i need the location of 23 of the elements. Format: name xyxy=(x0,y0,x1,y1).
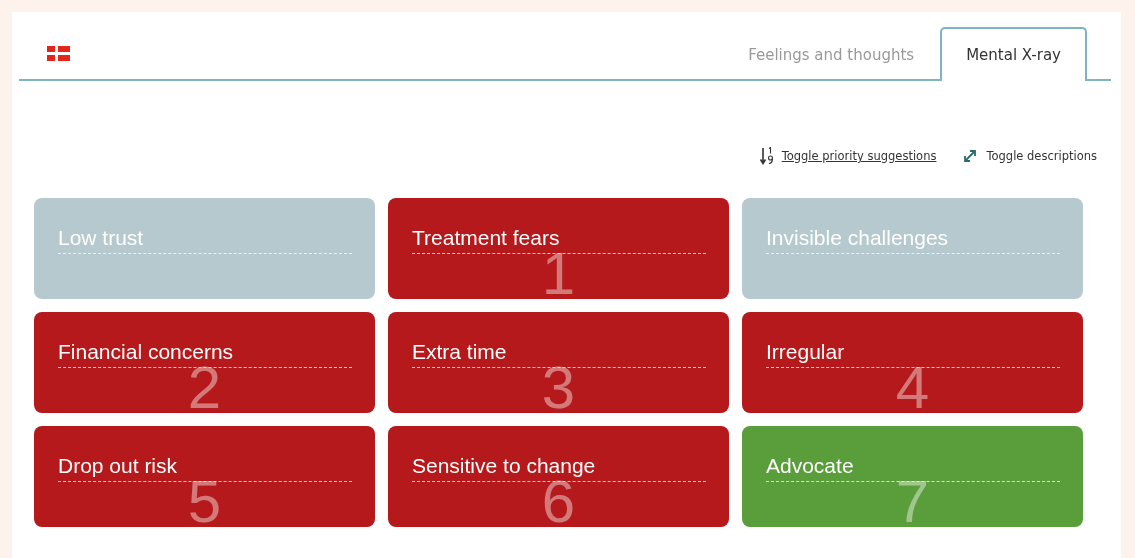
toggle-priority-link[interactable]: Toggle priority suggestions xyxy=(781,149,937,163)
priority-number: 7 xyxy=(895,480,930,527)
card-title: Advocate xyxy=(766,454,1060,482)
priority-number: 1 xyxy=(541,252,576,299)
category-card[interactable]: 3 Extra time xyxy=(388,312,729,413)
flag-icon[interactable] xyxy=(47,46,70,61)
card-title: Irregular xyxy=(766,340,1060,368)
card-title: Invisible challenges xyxy=(766,226,1060,254)
card-title: Low trust xyxy=(58,226,352,254)
category-card[interactable]: 4 Irregular xyxy=(742,312,1083,413)
tab[interactable]: Mental X-ray xyxy=(940,27,1087,81)
category-card[interactable]: 2 Financial concerns xyxy=(34,312,375,413)
priority-number: 3 xyxy=(541,366,576,413)
card-title: Drop out risk xyxy=(58,454,352,482)
sort-numeric-icon xyxy=(759,147,774,165)
priority-number: 2 xyxy=(187,366,222,413)
priority-number: 6 xyxy=(541,480,576,527)
priority-number: 5 xyxy=(187,480,222,527)
toggle-descriptions-link[interactable]: Toggle descriptions xyxy=(986,149,1097,163)
card-title: Treatment fears xyxy=(412,226,706,254)
expand-icon xyxy=(962,148,979,164)
category-card[interactable]: 6 Sensitive to change xyxy=(388,426,729,527)
priority-number: 4 xyxy=(895,366,930,413)
